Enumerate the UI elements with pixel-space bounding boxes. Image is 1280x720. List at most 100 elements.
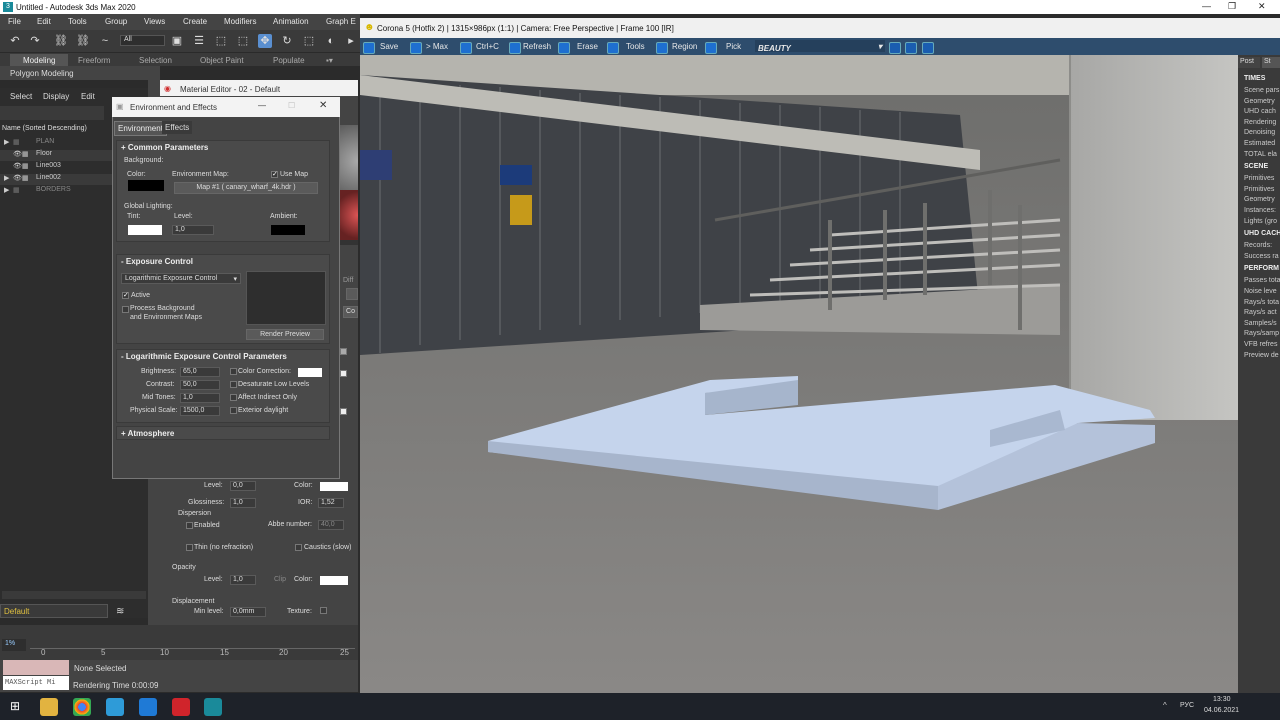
refresh-icon[interactable] [509, 42, 521, 54]
process-bg-checkbox[interactable] [122, 306, 129, 313]
timeline[interactable]: 1% 0 5 10 15 20 25 [0, 625, 358, 660]
co-button[interactable]: Co [343, 306, 358, 318]
layer-stack-icon[interactable]: ≋ [116, 606, 124, 617]
opacity-level-spinner[interactable]: 1,0 [230, 575, 256, 585]
common-params-header[interactable]: + Common Parameters [121, 143, 208, 152]
menu-views[interactable]: Views [144, 17, 165, 26]
minimize-icon[interactable]: — [1202, 1, 1211, 11]
visibility-eye-icon[interactable]: 👁▦ [13, 150, 29, 158]
log-params-header[interactable]: - Logarithmic Exposure Control Parameter… [121, 352, 287, 361]
redo-icon[interactable]: ↷ [28, 34, 42, 48]
brightness-spinner[interactable]: 65,0 [180, 367, 220, 377]
swatch-white-1[interactable] [340, 348, 347, 355]
timeline-track[interactable] [30, 637, 355, 649]
env-minimize-icon[interactable]: — [258, 101, 266, 110]
level-spinner[interactable]: 0,0 [230, 481, 256, 491]
refraction-color-swatch[interactable] [320, 482, 348, 491]
menu-animation[interactable]: Animation [273, 17, 309, 26]
menu-modifiers[interactable]: Modifiers [224, 17, 256, 26]
scene-column-header[interactable]: Name (Sorted Descending) [2, 125, 87, 132]
unlink-icon[interactable]: ⛓ [76, 34, 90, 48]
save-icon[interactable] [363, 42, 375, 54]
dispersion-checkbox[interactable] [186, 522, 193, 529]
zoom-in-icon[interactable] [889, 42, 901, 54]
vfb-tab-post[interactable]: Post [1238, 57, 1260, 68]
toolbar-overflow-icon[interactable]: ▸ [344, 34, 358, 48]
scene-search-input[interactable] [0, 106, 104, 120]
opacity-color-swatch[interactable] [320, 576, 348, 585]
erase-icon[interactable] [558, 42, 570, 54]
color-correction-checkbox[interactable] [230, 368, 237, 375]
windows-start-icon[interactable]: ⊞ [10, 699, 20, 713]
abbe-spinner[interactable]: 40,0 [318, 520, 344, 530]
glossiness-spinner[interactable]: 1,0 [230, 498, 256, 508]
time-slider-thumb[interactable]: 1% [2, 639, 26, 651]
vfb-copy-button[interactable]: Ctrl+C [476, 42, 499, 51]
zoom-fit-icon[interactable] [922, 42, 934, 54]
ribbon-tab-populate[interactable]: Populate [273, 56, 305, 65]
render-preview-button[interactable]: Render Preview [246, 329, 324, 340]
3dsmax-task-icon[interactable] [204, 698, 222, 716]
region-icon[interactable] [656, 42, 668, 54]
menu-graph-editors[interactable]: Graph E [326, 17, 356, 26]
use-map-checkbox[interactable]: ✓ [271, 171, 278, 178]
menu-file[interactable]: File [8, 17, 21, 26]
caustics-checkbox[interactable] [295, 544, 302, 551]
vfb-save-button[interactable]: Save [380, 42, 398, 51]
env-map-button[interactable]: Map #1 ( canary_wharf_4k.hdr ) [174, 182, 318, 194]
atmosphere-header[interactable]: + Atmosphere [121, 429, 174, 438]
env-tab-effects[interactable]: Effects [162, 121, 193, 134]
thin-checkbox[interactable] [186, 544, 193, 551]
bg-color-swatch[interactable] [128, 180, 164, 191]
link-icon[interactable]: ⛓ [54, 34, 68, 48]
contrast-spinner[interactable]: 50,0 [180, 380, 220, 390]
desaturate-checkbox[interactable] [230, 381, 237, 388]
visibility-eye-icon[interactable]: 👁▦ [13, 162, 29, 170]
exposure-header[interactable]: - Exposure Control [121, 257, 193, 266]
color-correction-swatch[interactable] [298, 368, 322, 377]
exterior-daylight-checkbox[interactable] [230, 407, 237, 414]
vfb-erase-button[interactable]: Erase [577, 42, 598, 51]
ribbon-options-icon[interactable]: ▪▾ [326, 56, 333, 65]
window-crossing-icon[interactable]: ⬚ [236, 34, 250, 48]
tint-swatch[interactable] [128, 225, 162, 235]
maxscript-listener-pink[interactable] [3, 660, 69, 675]
physical-scale-spinner[interactable]: 1500,0 [180, 406, 220, 416]
diffuse-color-button[interactable] [346, 288, 358, 300]
menu-group[interactable]: Group [105, 17, 127, 26]
min-level-spinner[interactable]: 0,0mm [230, 607, 266, 617]
close-icon[interactable]: ✕ [1258, 1, 1266, 12]
vfb-to-max-button[interactable]: > Max [426, 42, 448, 51]
to-max-icon[interactable] [410, 42, 422, 54]
scene-hscrollbar[interactable] [2, 591, 146, 599]
ribbon-tab-selection[interactable]: Selection [139, 56, 172, 65]
scale-icon[interactable]: ⬚ [302, 34, 316, 48]
vfb-pick-button[interactable]: Pick [726, 42, 741, 51]
maxscript-input[interactable]: MAXScript Mi [3, 676, 69, 690]
menu-create[interactable]: Create [183, 17, 207, 26]
scene-menu-display[interactable]: Display [43, 92, 69, 101]
zoom-out-icon[interactable] [905, 42, 917, 54]
copy-icon[interactable] [460, 42, 472, 54]
scene-menu-edit[interactable]: Edit [81, 92, 95, 101]
select-object-icon[interactable]: ▣ [170, 34, 184, 48]
tools-icon[interactable] [607, 42, 619, 54]
active-checkbox[interactable]: ✓ [122, 292, 129, 299]
tray-chevron-icon[interactable]: ^ [1163, 701, 1167, 710]
affect-indirect-checkbox[interactable] [230, 394, 237, 401]
menu-tools[interactable]: Tools [68, 17, 87, 26]
ribbon-tab-freeform[interactable]: Freeform [78, 56, 110, 65]
env-maximize-icon[interactable]: ☐ [288, 101, 295, 110]
swatch-white-3[interactable] [340, 408, 347, 415]
rotate-icon[interactable]: ↻ [280, 34, 294, 48]
texture-slot[interactable] [320, 607, 327, 614]
vfb-tab-stats[interactable]: St [1262, 57, 1280, 68]
menu-edit[interactable]: Edit [37, 17, 51, 26]
layer-dropdown[interactable]: Default [0, 604, 108, 618]
bind-spacewarp-icon[interactable]: ~ [98, 34, 112, 48]
ambient-swatch[interactable] [271, 225, 305, 235]
clock-time[interactable]: 13:30 [1213, 696, 1231, 703]
rect-select-icon[interactable]: ⬚ [214, 34, 228, 48]
chrome-icon[interactable] [73, 698, 91, 716]
move-icon[interactable]: ✥ [258, 34, 272, 48]
